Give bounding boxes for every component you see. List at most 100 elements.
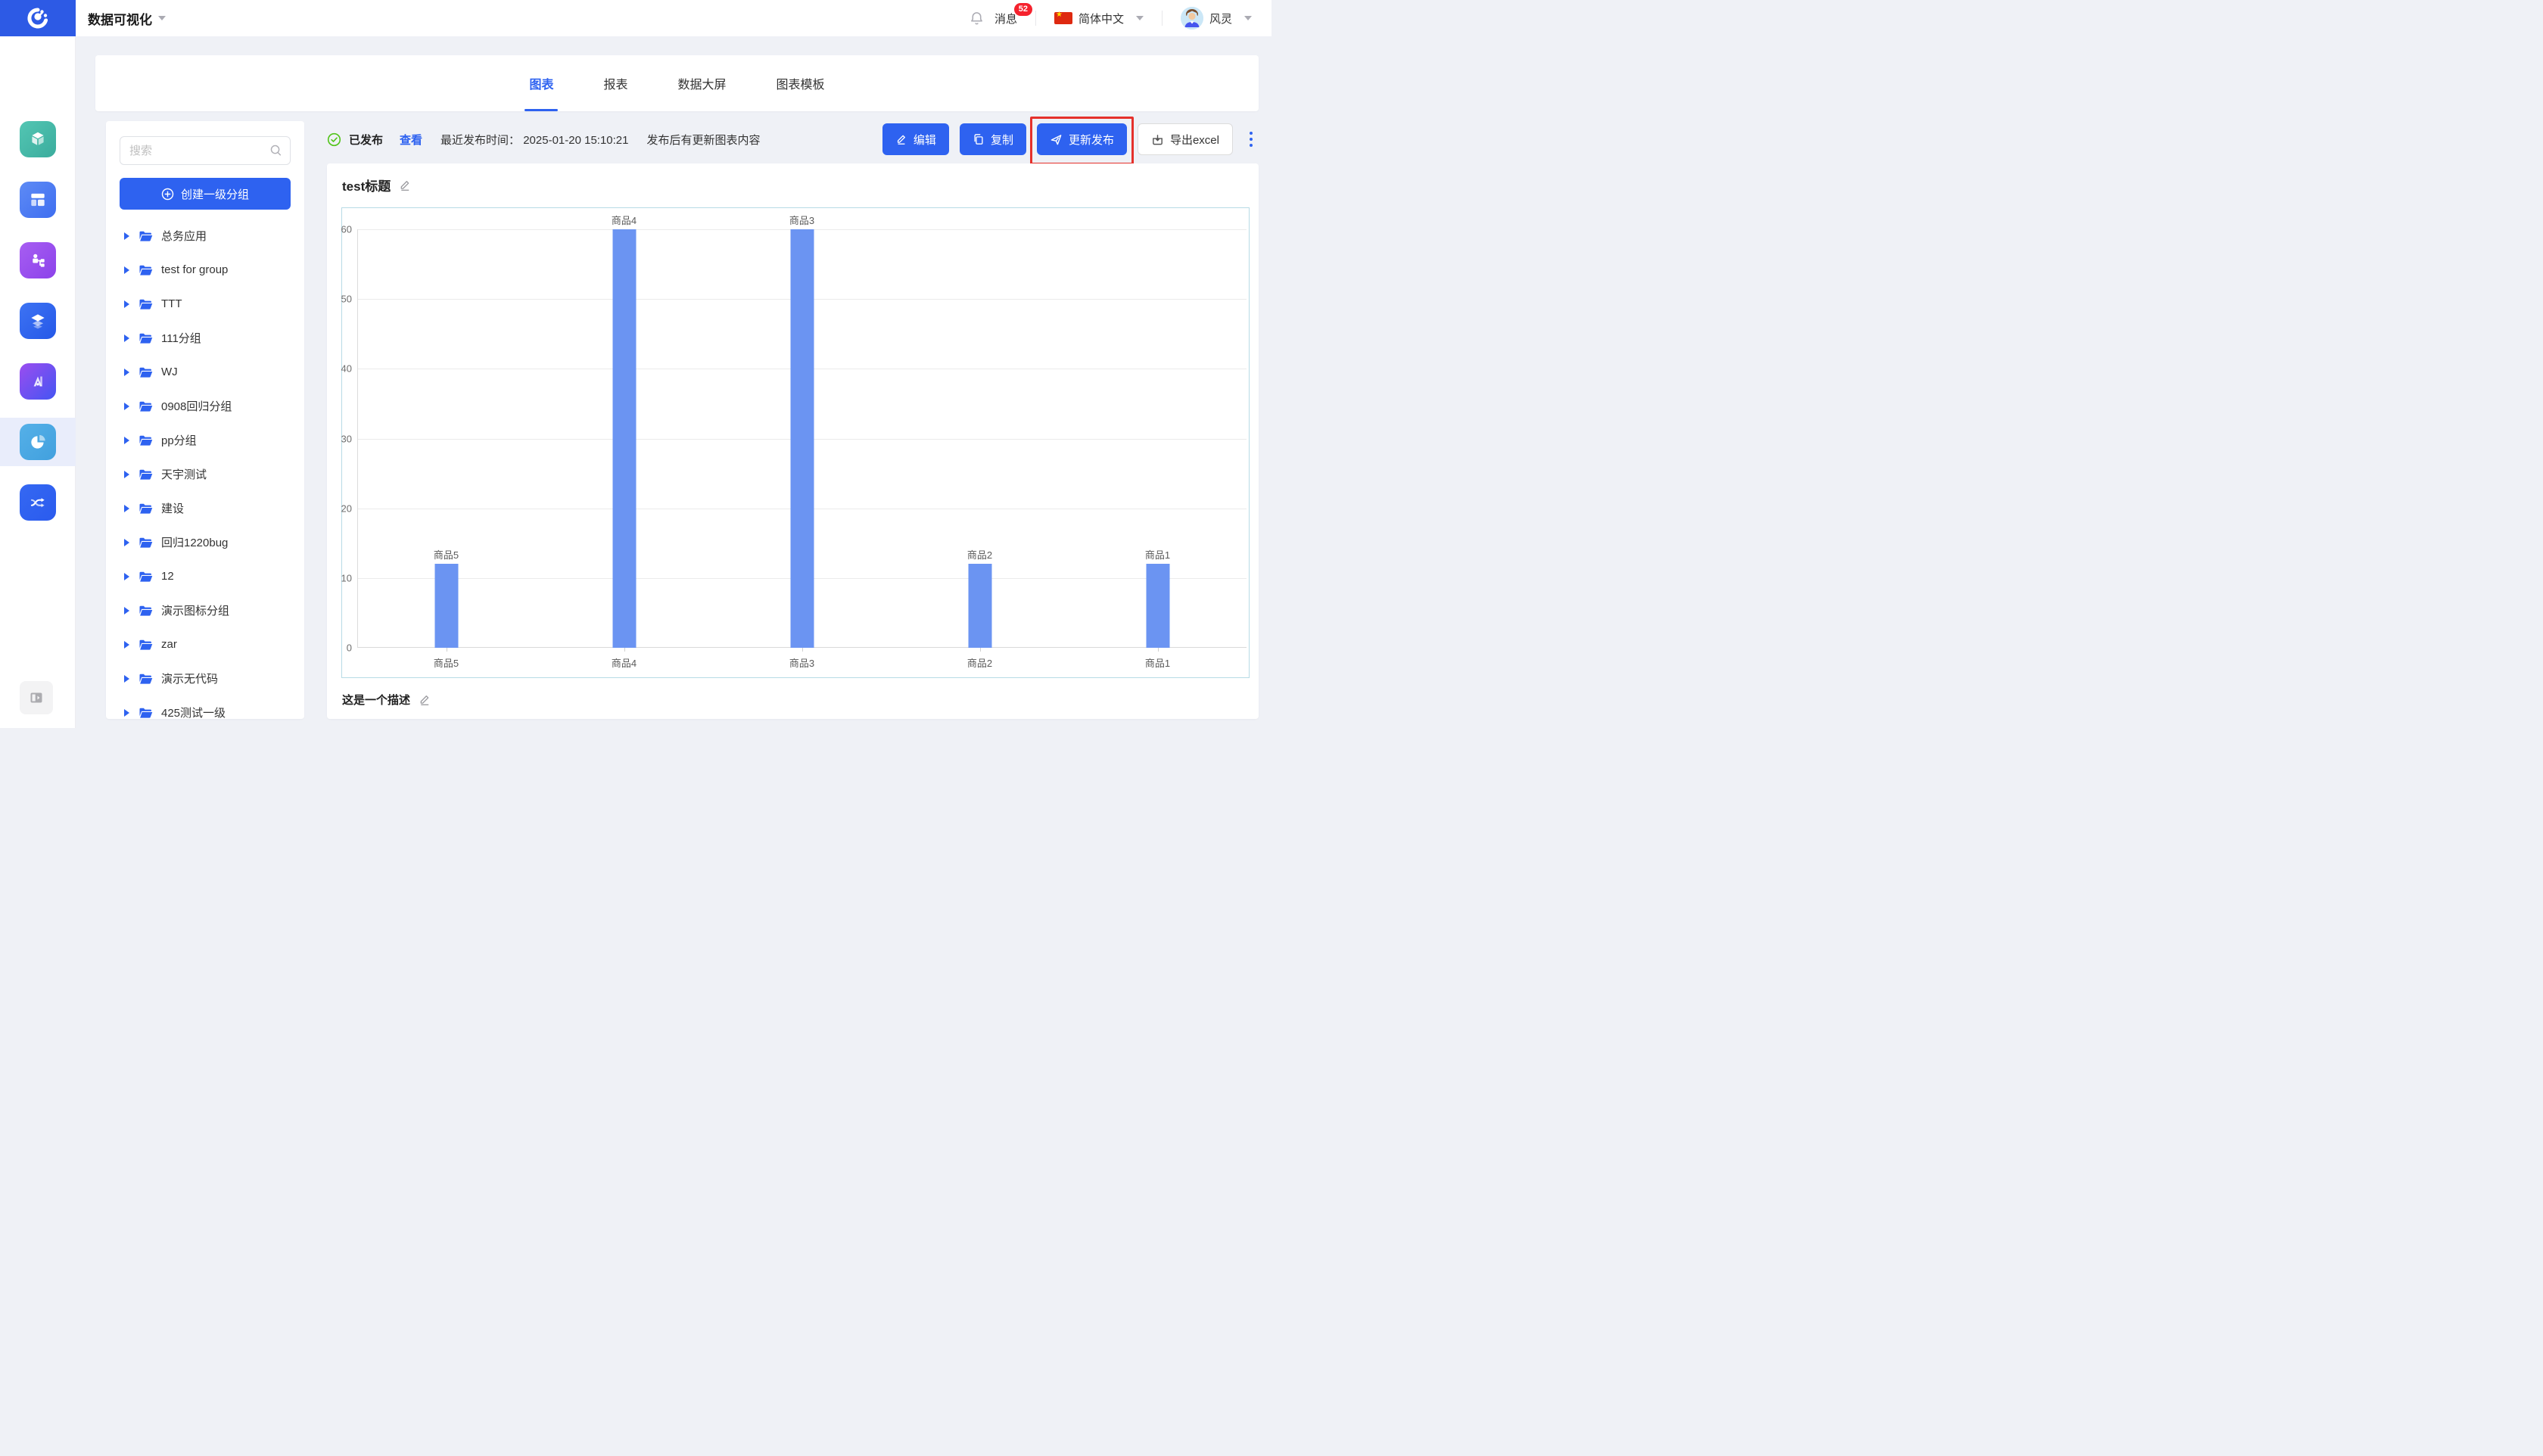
brand-logo-icon <box>27 8 48 29</box>
tree-item-label: 111分组 <box>161 332 201 345</box>
tab-item-0[interactable]: 图表 <box>524 55 559 111</box>
tree-item[interactable]: 425测试一级 <box>120 695 291 719</box>
tree-item[interactable]: 总务应用 <box>120 219 291 253</box>
y-axis-line <box>357 229 358 648</box>
cube-app-icon <box>20 121 56 157</box>
x-axis-tick <box>1157 648 1159 652</box>
x-axis-category-label: 商品3 <box>789 658 815 669</box>
messages-label: 消息 <box>994 12 1017 26</box>
title-chevron-down-icon[interactable] <box>158 16 166 20</box>
tab-item-2[interactable]: 数据大屏 <box>678 55 727 111</box>
divider <box>1035 11 1036 26</box>
tree-item[interactable]: 建设 <box>120 491 291 525</box>
y-axis-tick-label: 40 <box>341 362 352 375</box>
search-input[interactable] <box>120 136 291 165</box>
edit-button[interactable]: 编辑 <box>882 123 949 155</box>
folder-icon <box>139 537 153 548</box>
notification-bell-icon[interactable] <box>970 11 984 26</box>
y-axis-tick-label: 50 <box>341 293 352 305</box>
tree-item[interactable]: 0908回归分组 <box>120 389 291 423</box>
y-axis-tick-label: 10 <box>341 572 352 584</box>
caret-right-icon[interactable] <box>124 334 129 342</box>
more-options-button[interactable] <box>1243 127 1259 151</box>
tree-item[interactable]: 12 <box>120 559 291 593</box>
export-excel-label: 导出excel <box>1169 133 1219 147</box>
x-axis-category-label: 商品2 <box>966 658 993 669</box>
caret-right-icon[interactable] <box>124 674 129 683</box>
caret-right-icon[interactable] <box>124 436 129 444</box>
language-label: 简体中文 <box>1078 12 1124 26</box>
copy-button[interactable]: 复制 <box>959 123 1026 155</box>
rail-item-ai[interactable] <box>0 357 76 406</box>
x-axis-category-label: 商品1 <box>1144 658 1171 669</box>
caret-right-icon[interactable] <box>124 300 129 308</box>
caret-right-icon[interactable] <box>124 402 129 410</box>
caret-right-icon[interactable] <box>124 470 129 478</box>
caret-right-icon[interactable] <box>124 606 129 614</box>
tree-item-label: 演示图标分组 <box>161 605 230 618</box>
tree-item[interactable]: 天宇测试 <box>120 457 291 491</box>
layout-app-icon <box>20 182 56 218</box>
tree-item[interactable]: zar <box>120 627 291 661</box>
export-excel-button[interactable]: 导出excel <box>1137 123 1233 155</box>
caret-right-icon[interactable] <box>124 266 129 274</box>
folder-icon <box>139 605 153 616</box>
folder-icon <box>139 299 153 310</box>
tree-item[interactable]: WJ <box>120 355 291 389</box>
folder-icon <box>139 708 153 718</box>
flowchart-app-icon <box>20 242 56 278</box>
sidebar-collapse-button[interactable] <box>20 681 53 714</box>
tree-item[interactable]: TTT <box>120 287 291 321</box>
messages-menu[interactable]: 消息 52 <box>994 2 1032 26</box>
bar-value-label: 商品3 <box>789 215 815 226</box>
send-icon <box>1051 134 1062 145</box>
app-logo[interactable] <box>0 0 76 36</box>
x-axis-tick <box>979 648 981 652</box>
update-publish-button[interactable]: 更新发布 <box>1036 123 1127 155</box>
rail-item-cube[interactable] <box>0 115 76 163</box>
rail-item-layout[interactable] <box>0 176 76 224</box>
update-hint: 发布后有更新图表内容 <box>646 133 761 147</box>
create-group-button[interactable]: 创建一级分组 <box>120 178 291 210</box>
tree-item[interactable]: pp分组 <box>120 423 291 457</box>
shuffle-app-icon <box>20 484 56 521</box>
folder-icon <box>139 571 153 582</box>
caret-right-icon[interactable] <box>124 232 129 240</box>
caret-right-icon[interactable] <box>124 538 129 546</box>
rail-item-charts[interactable] <box>0 418 76 466</box>
caret-right-icon[interactable] <box>124 572 129 580</box>
language-selector[interactable]: ★ 简体中文 <box>1054 11 1144 26</box>
tree-item[interactable]: test for group <box>120 253 291 287</box>
caret-right-icon[interactable] <box>124 708 129 717</box>
tree-item[interactable]: 回归1220bug <box>120 525 291 559</box>
rail-item-layers[interactable] <box>0 297 76 345</box>
tab-item-1[interactable]: 报表 <box>603 55 627 111</box>
caret-right-icon[interactable] <box>124 368 129 376</box>
folder-icon <box>139 401 153 412</box>
folder-icon <box>139 469 153 480</box>
edit-title-pencil-icon[interactable] <box>399 179 412 191</box>
caret-right-icon[interactable] <box>124 504 129 512</box>
tree-item[interactable]: 演示无代码 <box>120 661 291 695</box>
published-check-icon <box>327 132 341 146</box>
bar-商品2 <box>968 564 991 648</box>
pencil-icon <box>897 135 905 145</box>
bar-商品3 <box>790 229 814 648</box>
folder-icon <box>139 674 153 684</box>
view-link[interactable]: 查看 <box>400 132 422 148</box>
edit-description-pencil-icon[interactable] <box>419 693 431 706</box>
rail-item-flow[interactable] <box>0 236 76 285</box>
tree-item-label: 总务应用 <box>161 230 207 243</box>
tab-item-3[interactable]: 图表模板 <box>777 55 825 111</box>
bar-chart: 0 10 20 30 40 50 60 商品5 商品5 商品4 商品4 商品3 商品3 商品2 商品2 商品1… <box>341 207 1250 678</box>
messages-count-badge: 52 <box>1013 2 1032 16</box>
folder-icon <box>139 265 153 275</box>
group-tree: 总务应用 test for group TTT 111分组 WJ 0908回归分… <box>120 219 291 719</box>
x-axis-category-label: 商品5 <box>433 658 459 669</box>
tree-item[interactable]: 演示图标分组 <box>120 593 291 627</box>
caret-right-icon[interactable] <box>124 640 129 649</box>
app-rail <box>0 36 76 728</box>
rail-item-shuffle[interactable] <box>0 478 76 527</box>
user-menu[interactable]: 风灵 <box>1180 7 1252 30</box>
tree-item[interactable]: 111分组 <box>120 321 291 355</box>
